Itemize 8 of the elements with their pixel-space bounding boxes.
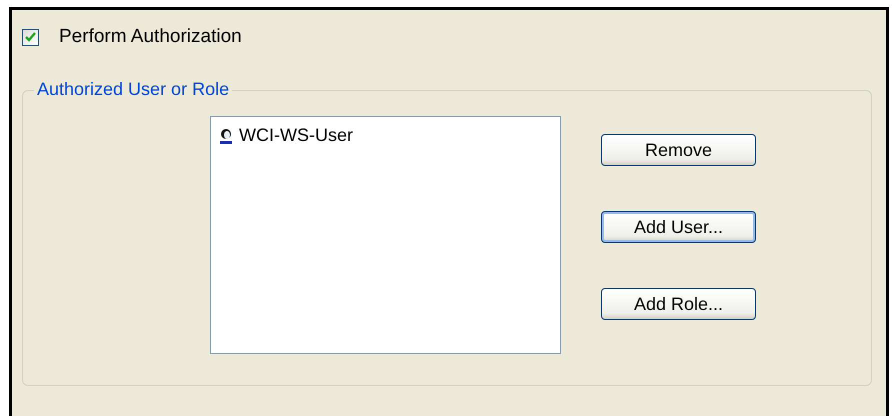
user-icon [219, 128, 233, 144]
user-list[interactable]: WCI-WS-User [210, 116, 561, 354]
checkbox[interactable] [22, 28, 39, 46]
list-item[interactable]: WCI-WS-User [217, 124, 355, 147]
action-button[interactable]: Add Role... [601, 288, 756, 320]
action-button[interactable]: Add User... [601, 211, 756, 243]
action-button[interactable]: Remove [601, 134, 756, 166]
checkbox-label[interactable]: Perform Authorization [59, 26, 242, 48]
